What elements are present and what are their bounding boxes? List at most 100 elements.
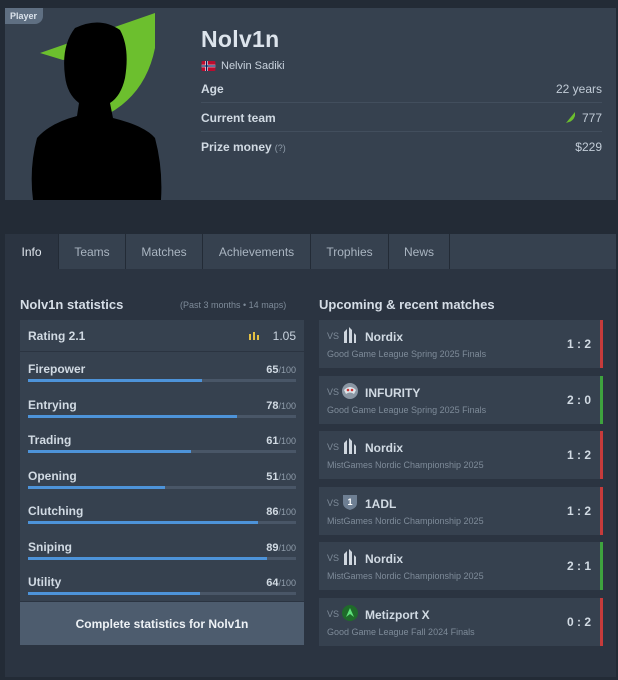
vs-label: VS [327, 497, 340, 508]
opponent-team[interactable]: Nordix [365, 441, 403, 455]
green-leaf-logo-icon [565, 112, 575, 123]
stat-label: Utility [28, 575, 62, 589]
complete-statistics-button[interactable]: Complete statistics for Nolv1n [20, 602, 304, 645]
nordix-logo-icon [341, 326, 359, 344]
player-tag: Player [5, 8, 44, 24]
stat-row-opening: Opening 51/100 [20, 459, 304, 495]
stat-header: Opening 51/100 [28, 469, 296, 483]
event-name: Good Game League Spring 2025 Finals [327, 404, 487, 415]
stat-label: Trading [28, 433, 72, 447]
stat-max: /100 [278, 365, 296, 375]
rating-value: 1.05 [272, 328, 296, 343]
stat-header: Utility 64/100 [28, 575, 296, 589]
match-row[interactable]: VS Nordix MistGames Nordic Championship 20… [319, 431, 603, 479]
stat-row-firepower: Firepower 65/100 [20, 352, 304, 388]
1adl-logo-icon: 1 [341, 493, 359, 511]
stat-number: 78 [266, 399, 279, 412]
player-nickname: Nolv1n [201, 26, 280, 52]
team-link[interactable]: 777 [564, 111, 602, 125]
opponent-team[interactable]: 1ADL [365, 497, 396, 511]
match-score: 1 : 2 [566, 448, 591, 462]
stat-max: /100 [278, 542, 296, 553]
stat-value: 89/100 [266, 542, 296, 554]
rating-label: Rating 2.1 [28, 328, 86, 343]
rating-row: Rating 2.1 1.05 [20, 320, 304, 352]
info-row-team[interactable]: Current team 777 [201, 104, 602, 132]
metizport-logo-icon [341, 604, 359, 622]
stat-value: 51/100 [266, 471, 296, 483]
profile-tabs: Info Teams Matches Achievements Trophies… [5, 234, 616, 269]
stat-bar-track [28, 379, 296, 382]
info-row-prize: Prize money (?) $229 [201, 133, 602, 161]
tab-matches[interactable]: Matches [126, 234, 203, 269]
age-value: 22 years [555, 81, 602, 96]
stat-max: /100 [278, 436, 296, 446]
stat-label: Entrying [28, 397, 77, 412]
stats-title: Nolv1n statistics [20, 297, 124, 312]
match-row[interactable]: VS INFURITY Good Game League Spring 2025 F… [319, 375, 603, 424]
match-row[interactable]: VS 1 1ADL MistGames Nordic Championship 202… [319, 486, 603, 535]
opponent-team[interactable]: INFURITY [365, 386, 420, 400]
stat-number: 86 [266, 506, 279, 518]
opponent-team[interactable]: Metizport X [365, 608, 430, 622]
stat-bar-track [28, 521, 296, 524]
prize-value: $229 [575, 140, 602, 154]
stat-bar-track [28, 450, 296, 453]
matches-title: Upcoming & recent matches [319, 297, 495, 312]
stat-header: Firepower 65/100 [28, 362, 296, 376]
team-label: Current team [201, 110, 276, 125]
tab-achievements[interactable]: Achievements [203, 234, 311, 269]
stat-header: Trading 61/100 [28, 433, 296, 447]
nordix-logo-icon [341, 548, 359, 566]
stat-bar-track [28, 414, 296, 418]
stat-bar-fill [28, 592, 200, 595]
stat-row-entrying: Entrying 78/100 [20, 388, 304, 424]
vs-label: VS [327, 553, 340, 563]
opponent-team[interactable]: Nordix [365, 330, 403, 344]
stat-label: Firepower [28, 362, 86, 376]
stat-bar-fill [28, 485, 165, 489]
svg-text:1: 1 [347, 497, 352, 507]
result-indicator-win [600, 375, 603, 424]
tab-teams[interactable]: Teams [59, 234, 126, 269]
player-real-name: Nelvin Sadiki [201, 60, 285, 72]
info-tab-content: Nolv1n statistics (Past 3 months • 14 ma… [5, 269, 616, 677]
stat-label: Opening [28, 468, 77, 483]
prize-label-text: Prize money [201, 140, 272, 154]
tab-trophies[interactable]: Trophies [311, 234, 389, 269]
prize-label: Prize money (?) [201, 140, 286, 154]
real-name-text: Nelvin Sadiki [221, 60, 285, 72]
stat-header: Clutching 86/100 [28, 504, 296, 518]
match-row[interactable]: VS Nordix Good Game League Spring 2025 Fin… [319, 320, 603, 368]
player-photo [5, 8, 177, 200]
nordix-logo-icon [341, 437, 359, 455]
bar-chart-icon [248, 331, 259, 340]
stat-row-sniping: Sniping 89/100 [20, 530, 304, 566]
match-row[interactable]: VS Metizport X Good Game League Fall 2024 … [319, 597, 603, 646]
stats-panel: Rating 2.1 1.05 Firepower 65/100 Entrying 7… [20, 320, 304, 601]
prize-help-icon[interactable]: (?) [275, 143, 286, 153]
match-score: 2 : 1 [566, 559, 591, 573]
match-score: 1 : 2 [566, 337, 591, 351]
tab-news[interactable]: News [389, 234, 450, 269]
stat-value: 86/100 [266, 506, 296, 518]
stat-number: 65 [266, 364, 279, 376]
info-row-age: Age 22 years [201, 75, 602, 103]
result-indicator-loss [600, 320, 603, 368]
stats-subtitle: (Past 3 months • 14 maps) [180, 300, 287, 310]
infurity-logo-icon [341, 382, 359, 400]
tab-info[interactable]: Info [5, 234, 59, 269]
stat-value: 64/100 [266, 577, 296, 589]
result-indicator-loss [600, 597, 603, 646]
stat-bar-track [28, 592, 296, 595]
event-name: MistGames Nordic Championship 2025 [327, 460, 484, 470]
stat-bar-fill [28, 379, 203, 382]
stat-value: 61/100 [266, 435, 296, 447]
match-row[interactable]: VS Nordix MistGames Nordic Championship 20… [319, 542, 603, 590]
opponent-team[interactable]: Nordix [365, 552, 403, 566]
event-name: MistGames Nordic Championship 2025 [327, 571, 484, 581]
event-name: MistGames Nordic Championship 2025 [327, 515, 484, 526]
stat-label: Clutching [28, 504, 84, 518]
stat-number: 64 [266, 577, 279, 589]
stat-bar-track [28, 556, 296, 560]
